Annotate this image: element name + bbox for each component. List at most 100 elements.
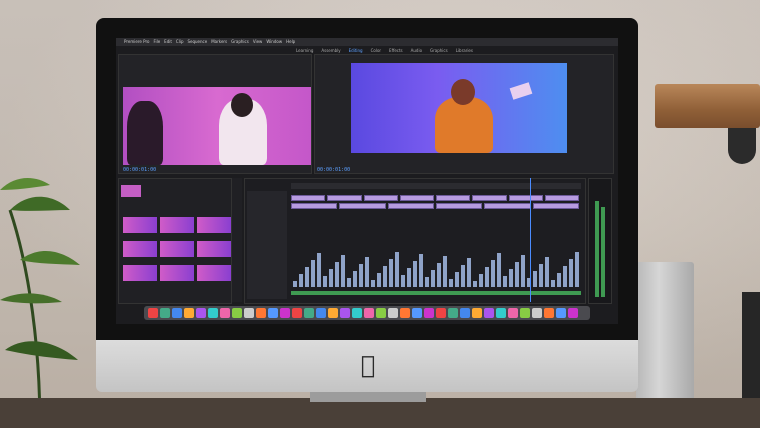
audio-clip[interactable] xyxy=(407,268,411,287)
audio-clip[interactable] xyxy=(449,279,453,287)
audio-clip[interactable] xyxy=(515,262,519,287)
dock-app-icon[interactable] xyxy=(304,308,314,318)
audio-clip[interactable] xyxy=(341,255,345,287)
video-clip[interactable] xyxy=(472,195,507,201)
menu-window[interactable]: Window xyxy=(266,38,282,46)
audio-clip[interactable] xyxy=(563,266,567,287)
dock-app-icon[interactable] xyxy=(448,308,458,318)
menu-markers[interactable]: Markers xyxy=(211,38,227,46)
menu-app[interactable]: Premiere Pro xyxy=(124,38,149,46)
dock-app-icon[interactable] xyxy=(268,308,278,318)
audio-clip[interactable] xyxy=(401,275,405,287)
clip-thumbnail[interactable] xyxy=(123,265,157,281)
dock-app-icon[interactable] xyxy=(196,308,206,318)
clip-thumbnail[interactable] xyxy=(197,265,231,281)
audio-clip[interactable] xyxy=(491,260,495,287)
tab-learning[interactable]: Learning xyxy=(296,48,313,53)
audio-clip[interactable] xyxy=(335,262,339,287)
audio-clip[interactable] xyxy=(455,272,459,287)
clip-thumbnail[interactable] xyxy=(160,265,194,281)
audio-clip[interactable] xyxy=(425,277,429,287)
dock-app-icon[interactable] xyxy=(160,308,170,318)
audio-clip[interactable] xyxy=(293,281,297,287)
video-clip[interactable] xyxy=(291,203,338,209)
dock-app-icon[interactable] xyxy=(280,308,290,318)
audio-clip[interactable] xyxy=(431,270,435,287)
tab-editing[interactable]: Editing xyxy=(349,48,363,53)
audio-clip[interactable] xyxy=(539,264,543,287)
dock-app-icon[interactable] xyxy=(484,308,494,318)
clip-thumbnail[interactable] xyxy=(197,241,231,257)
audio-clip[interactable] xyxy=(311,260,315,287)
video-clip[interactable] xyxy=(339,203,386,209)
dock-app-icon[interactable] xyxy=(340,308,350,318)
audio-clip[interactable] xyxy=(365,257,369,287)
dock-app-icon[interactable] xyxy=(556,308,566,318)
tab-assembly[interactable]: Assembly xyxy=(321,48,340,53)
tab-effects[interactable]: Effects xyxy=(389,48,403,53)
dock-app-icon[interactable] xyxy=(532,308,542,318)
audio-clip[interactable] xyxy=(389,259,393,287)
video-clip[interactable] xyxy=(436,195,471,201)
video-clip[interactable] xyxy=(327,195,362,201)
audio-clip[interactable] xyxy=(533,271,537,287)
dock-app-icon[interactable] xyxy=(424,308,434,318)
video-clip[interactable] xyxy=(532,203,579,209)
audio-clip[interactable] xyxy=(509,269,513,287)
audio-clip[interactable] xyxy=(485,267,489,287)
dock-app-icon[interactable] xyxy=(292,308,302,318)
video-clip[interactable] xyxy=(484,203,531,209)
video-clip[interactable] xyxy=(363,195,398,201)
dock-app-icon[interactable] xyxy=(436,308,446,318)
video-clip[interactable] xyxy=(436,203,483,209)
dock-app-icon[interactable] xyxy=(220,308,230,318)
audio-clip[interactable] xyxy=(443,256,447,287)
audio-clip[interactable] xyxy=(467,258,471,287)
clip-thumbnail[interactable] xyxy=(123,217,157,233)
audio-clip[interactable] xyxy=(359,264,363,287)
audio-clip[interactable] xyxy=(347,278,351,287)
audio-clip[interactable] xyxy=(419,254,423,287)
dock-app-icon[interactable] xyxy=(460,308,470,318)
audio-clip[interactable] xyxy=(305,267,309,287)
dock-app-icon[interactable] xyxy=(568,308,578,318)
menu-file[interactable]: File xyxy=(153,38,160,46)
menu-clip[interactable]: Clip xyxy=(176,38,184,46)
dock-app-icon[interactable] xyxy=(208,308,218,318)
dock-app-icon[interactable] xyxy=(148,308,158,318)
tab-graphics[interactable]: Graphics xyxy=(430,48,448,53)
dock-app-icon[interactable] xyxy=(412,308,422,318)
dock-app-icon[interactable] xyxy=(184,308,194,318)
audio-clip[interactable] xyxy=(353,271,357,287)
dock-app-icon[interactable] xyxy=(364,308,374,318)
clip-thumbnail[interactable] xyxy=(197,217,231,233)
playhead[interactable] xyxy=(530,178,531,302)
clip-thumbnail[interactable] xyxy=(160,241,194,257)
dock-app-icon[interactable] xyxy=(472,308,482,318)
dock-app-icon[interactable] xyxy=(496,308,506,318)
menu-sequence[interactable]: Sequence xyxy=(187,38,207,46)
audio-clip[interactable] xyxy=(317,253,321,287)
video-clip[interactable] xyxy=(544,195,579,201)
dock-app-icon[interactable] xyxy=(544,308,554,318)
dock-app-icon[interactable] xyxy=(172,308,182,318)
audio-clip[interactable] xyxy=(557,273,561,287)
audio-clip[interactable] xyxy=(323,276,327,287)
audio-clip[interactable] xyxy=(413,261,417,287)
dock-app-icon[interactable] xyxy=(256,308,266,318)
video-clip[interactable] xyxy=(508,195,543,201)
audio-clip[interactable] xyxy=(473,281,477,287)
audio-clip[interactable] xyxy=(461,265,465,287)
audio-clip[interactable] xyxy=(545,257,549,287)
dock-app-icon[interactable] xyxy=(388,308,398,318)
audio-clip[interactable] xyxy=(521,255,525,287)
audio-clip[interactable] xyxy=(329,269,333,287)
dock-app-icon[interactable] xyxy=(244,308,254,318)
audio-clip[interactable] xyxy=(551,280,555,287)
tab-color[interactable]: Color xyxy=(371,48,381,53)
video-clip[interactable] xyxy=(291,195,326,201)
audio-clip[interactable] xyxy=(383,266,387,287)
audio-clip[interactable] xyxy=(569,259,573,287)
audio-clip[interactable] xyxy=(371,280,375,287)
audio-clip[interactable] xyxy=(395,252,399,287)
